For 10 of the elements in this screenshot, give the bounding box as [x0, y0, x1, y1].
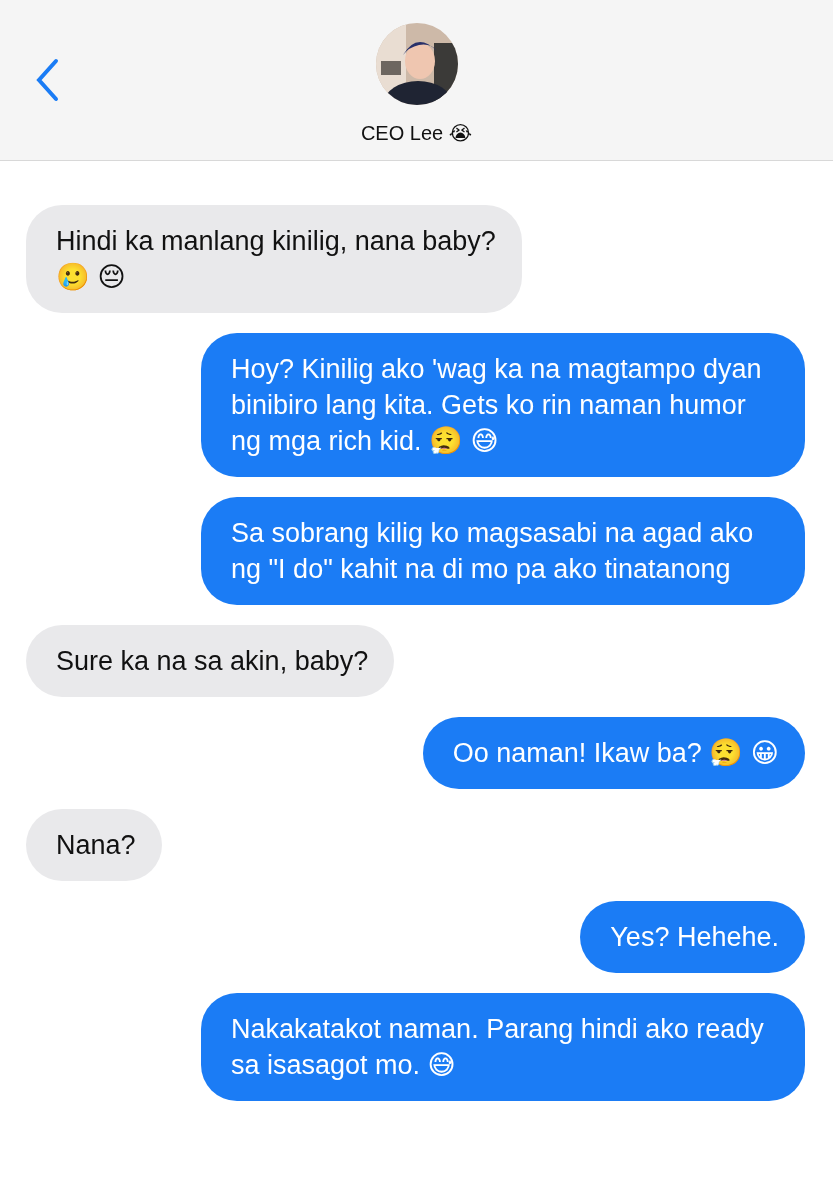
sent-message: Hoy? Kinilig ako 'wag ka na magtampo dyan binibiro lang kita. Gets ko rin naman humor ng mga rich kid. 😮‍💨 😅 [201, 333, 805, 477]
received-message: Sure ka na sa akin, baby? [26, 625, 395, 697]
sent-message: Yes? Hehehe. [580, 901, 805, 973]
back-icon [34, 58, 60, 102]
received-message: Hindi ka manlang kinilig, nana baby? 🥲 😔 [26, 205, 522, 313]
sent-message: Oo naman! Ikaw ba? 😮‍💨 😀 [422, 717, 805, 789]
sent-message: Nakakatakot naman. Parang hindi ako ready sa isasagot mo. 😅 [201, 993, 805, 1101]
received-message: Nana? [26, 809, 162, 881]
sent-message: Sa sobrang kilig ko magsasabi na agad ako ng "I do" kahit na di mo pa ako tinatanong [201, 497, 805, 605]
contact-name[interactable]: CEO Lee 😭 [360, 121, 473, 145]
